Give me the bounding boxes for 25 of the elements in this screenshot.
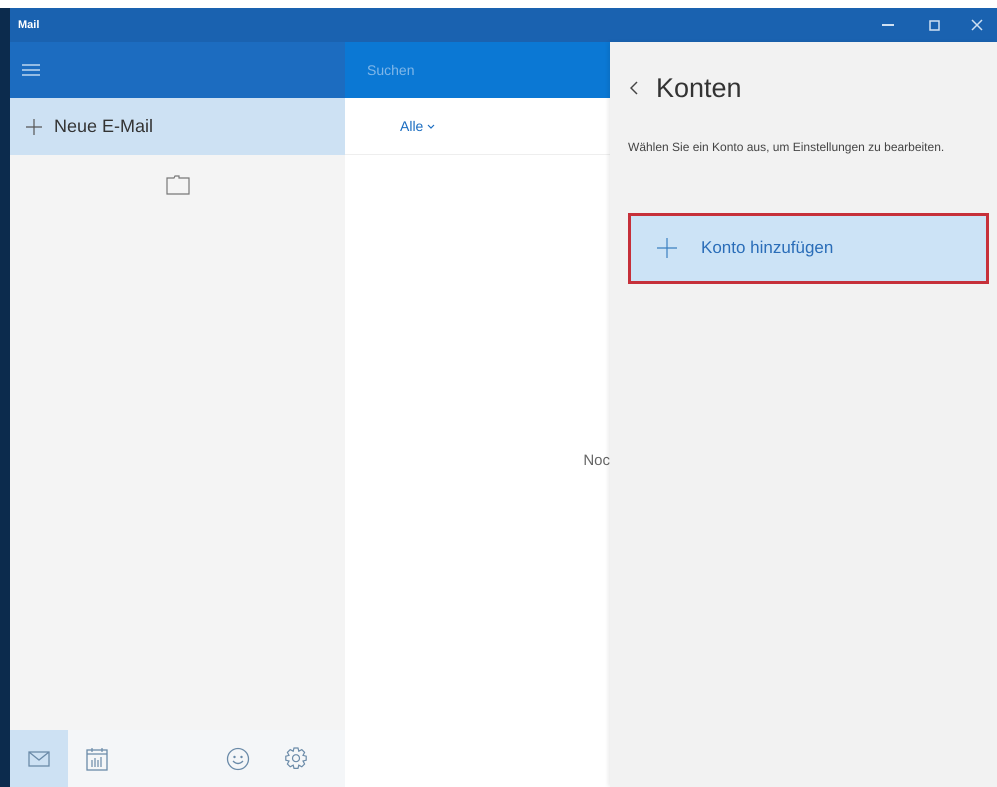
- filter-dropdown[interactable]: Alle: [400, 116, 436, 136]
- search-field[interactable]: Suchen: [345, 42, 610, 98]
- chevron-down-icon: [427, 124, 436, 130]
- calendar-icon: [86, 746, 108, 770]
- smiley-icon: [226, 746, 250, 770]
- plus-icon: [26, 118, 42, 134]
- add-account-button[interactable]: Konto hinzufügen: [628, 212, 989, 284]
- folders-button[interactable]: [166, 175, 190, 195]
- back-button[interactable]: [630, 81, 638, 96]
- minimize-icon: [882, 24, 894, 26]
- nav-button[interactable]: [10, 730, 68, 787]
- close-icon: [971, 19, 983, 31]
- empty-message: Noc: [583, 450, 610, 471]
- mail-icon: [28, 750, 50, 766]
- maximize-icon: [928, 20, 940, 30]
- window-title: Mail: [18, 18, 40, 33]
- settings-icon: [284, 746, 308, 770]
- plus-icon: [657, 238, 677, 258]
- description-text: Wählen Sie ein Konto aus, um Einstellungen zu bearbeiten.: [628, 138, 946, 156]
- back-icon: [630, 81, 638, 96]
- menu-button[interactable]: [22, 62, 42, 78]
- menu-icon: [22, 64, 40, 76]
- panel-title: Konten: [656, 72, 742, 105]
- folder-icon: [166, 175, 190, 195]
- new-mail-button[interactable]: Neue E-Mail: [10, 98, 345, 155]
